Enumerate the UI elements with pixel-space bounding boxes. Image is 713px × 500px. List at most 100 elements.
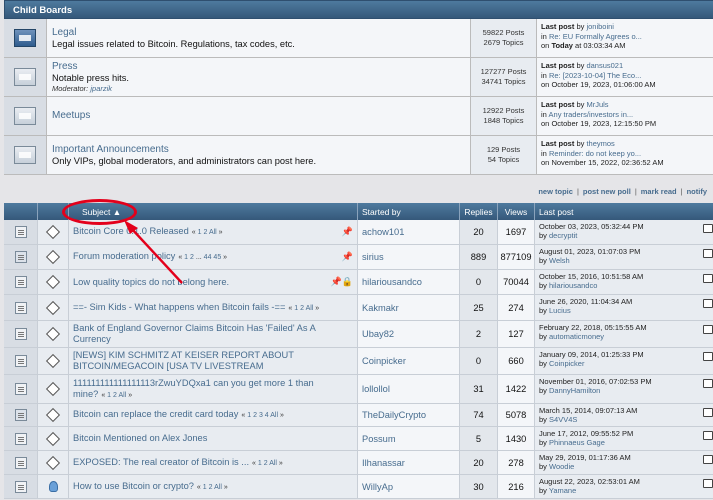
topic-link[interactable]: How to use Bitcoin or crypto?: [73, 481, 194, 491]
last-post-user-link[interactable]: hilariousandco: [549, 281, 597, 290]
last-post-icon[interactable]: [703, 325, 713, 334]
last-post-user-link[interactable]: MrJuls: [586, 100, 608, 109]
page-link[interactable]: 1: [294, 305, 298, 312]
topic-starter-link[interactable]: WillyAp: [362, 482, 393, 492]
page-link[interactable]: 2: [264, 460, 268, 467]
topic-starter-link[interactable]: lollollol: [362, 384, 390, 394]
board-row: Meetups 12922 Posts 1848 Topics Last post…: [4, 97, 713, 136]
page-link[interactable]: 45: [213, 254, 221, 261]
board-moderator: Moderator: jparzik: [52, 84, 113, 93]
topic-link[interactable]: EXPOSED: The real creator of Bitcoin is …: [73, 457, 249, 467]
notify-link[interactable]: notify: [687, 187, 707, 196]
page-link[interactable]: All: [270, 412, 278, 419]
board-posts: 12922 Posts: [482, 106, 525, 115]
last-post-user-link[interactable]: Welsh: [549, 256, 570, 265]
last-post-icon[interactable]: [703, 379, 713, 388]
topic-starter-link[interactable]: Ilhanassar: [362, 458, 405, 468]
page-link[interactable]: 2: [209, 484, 213, 491]
board-link[interactable]: Meetups: [52, 110, 465, 122]
topic-link[interactable]: Low quality topics do not belong here.: [73, 277, 229, 287]
topic-link[interactable]: Bitcoin Core 0.1.0 Released: [73, 226, 189, 236]
topic-starter-link[interactable]: Kakmakr: [362, 303, 399, 313]
new-topic-link[interactable]: new topic: [538, 187, 573, 196]
board-no-new-posts-icon[interactable]: [14, 68, 36, 86]
topic-link[interactable]: [NEWS] KIM SCHMITZ AT KEISER REPORT ABOU…: [73, 350, 294, 371]
topic-link[interactable]: Bank of England Governor Claims Bitcoin …: [73, 323, 315, 344]
board-no-new-posts-icon[interactable]: [14, 107, 36, 125]
last-post-icon[interactable]: [703, 431, 713, 440]
last-post-user-link[interactable]: dansus021: [586, 61, 623, 70]
last-post-user-link[interactable]: Phinnaeus Gage: [549, 438, 605, 447]
page-link[interactable]: 1: [247, 412, 251, 419]
page-link[interactable]: 1: [107, 392, 111, 399]
last-post-user-link[interactable]: theymos: [586, 139, 614, 148]
page-link[interactable]: All: [209, 229, 217, 236]
last-post-icon[interactable]: [703, 224, 713, 233]
page-link[interactable]: All: [119, 392, 127, 399]
last-post-user-link[interactable]: Woodie: [549, 462, 574, 471]
topic-link[interactable]: Bitcoin can replace the credit card toda…: [73, 409, 238, 419]
topic-starter-link[interactable]: Ubay82: [362, 329, 394, 339]
page-link[interactable]: 4: [265, 412, 269, 419]
last-post-icon[interactable]: [703, 299, 713, 308]
topic-row: Bitcoin Mentioned on Alex Jones Possum 5 14…: [4, 427, 713, 451]
page-link[interactable]: All: [214, 484, 222, 491]
last-post-user-link[interactable]: DannyHamilton: [549, 386, 600, 395]
page-link[interactable]: All: [269, 460, 277, 467]
post-icon: [45, 407, 61, 423]
last-post-icon[interactable]: [703, 274, 713, 283]
page-link[interactable]: 1: [258, 460, 262, 467]
last-post-user-link[interactable]: decryptit: [549, 231, 577, 240]
last-post-icon[interactable]: [703, 455, 713, 464]
topic-link[interactable]: Bitcoin Mentioned on Alex Jones: [73, 433, 207, 443]
last-post-topic-link[interactable]: Re: EU Formally Agrees o...: [549, 32, 642, 41]
last-post-topic-link[interactable]: Any traders/investors in...: [549, 110, 634, 119]
topic-link[interactable]: Forum moderation policy: [73, 251, 175, 261]
page-link[interactable]: 2: [253, 412, 257, 419]
sort-by-last-post-link[interactable]: Last post: [535, 203, 713, 220]
last-post-topic-link[interactable]: Re: [2023-10-04] The Eco...: [549, 71, 641, 80]
last-post-user-link[interactable]: automaticmoney: [549, 332, 604, 341]
board-link[interactable]: Legal: [52, 27, 465, 39]
last-post-icon[interactable]: [703, 408, 713, 417]
board-no-new-posts-icon[interactable]: [14, 146, 36, 164]
mark-read-link[interactable]: mark read: [641, 187, 677, 196]
page-link[interactable]: 2: [190, 254, 194, 261]
topic-starter-link[interactable]: Coinpicker: [362, 356, 406, 366]
topic-views: 1697: [505, 227, 527, 237]
board-link[interactable]: Important Announcements: [52, 144, 465, 156]
last-post-user-link[interactable]: Lucius: [549, 306, 571, 315]
last-post-icon[interactable]: [703, 479, 713, 488]
page-link[interactable]: 1: [203, 484, 207, 491]
last-post-topic-link[interactable]: Reminder: do not keep yo...: [549, 149, 641, 158]
page-link[interactable]: 44: [204, 254, 212, 261]
topic-starter-link[interactable]: achow101: [362, 227, 404, 237]
page-link[interactable]: 2: [203, 229, 207, 236]
topic-starter-link[interactable]: hilariousandco: [362, 277, 422, 287]
page-link[interactable]: 2: [113, 392, 117, 399]
sort-by-views-link[interactable]: Views: [498, 203, 535, 220]
last-post-user-link[interactable]: S4VV4S: [549, 415, 577, 424]
board-link[interactable]: Press: [52, 61, 465, 73]
sort-by-replies-link[interactable]: Replies: [460, 203, 498, 220]
topic-last-post: June 17, 2012, 09:55:52 PM by Phinnaeus G…: [535, 427, 713, 450]
board-description: Only VIPs, global moderators, and admini…: [52, 155, 317, 166]
last-post-icon[interactable]: [703, 249, 713, 258]
topic-starter-link[interactable]: Possum: [362, 434, 396, 444]
last-post-icon[interactable]: [703, 352, 713, 361]
last-post-user-link[interactable]: joniboini: [586, 22, 614, 31]
page-link[interactable]: 3: [259, 412, 263, 419]
last-post-user-link[interactable]: Yamane: [549, 486, 576, 495]
topic-starter-link[interactable]: sirius: [362, 252, 384, 262]
page-link[interactable]: 1: [184, 254, 188, 261]
page-link[interactable]: All: [306, 305, 314, 312]
topic-link[interactable]: ==- Sim Kids - What happens when Bitcoin…: [73, 302, 285, 312]
last-post-user-link[interactable]: Coinpicker: [549, 359, 584, 368]
page-link[interactable]: 2: [300, 305, 304, 312]
sort-by-started-by-link[interactable]: Started by: [358, 203, 460, 220]
page-link[interactable]: 1: [198, 229, 202, 236]
moderator-link[interactable]: jparzik: [90, 84, 112, 93]
board-new-posts-icon[interactable]: [14, 29, 36, 47]
topic-starter-link[interactable]: TheDailyCrypto: [362, 410, 426, 420]
new-poll-link[interactable]: post new poll: [583, 187, 631, 196]
